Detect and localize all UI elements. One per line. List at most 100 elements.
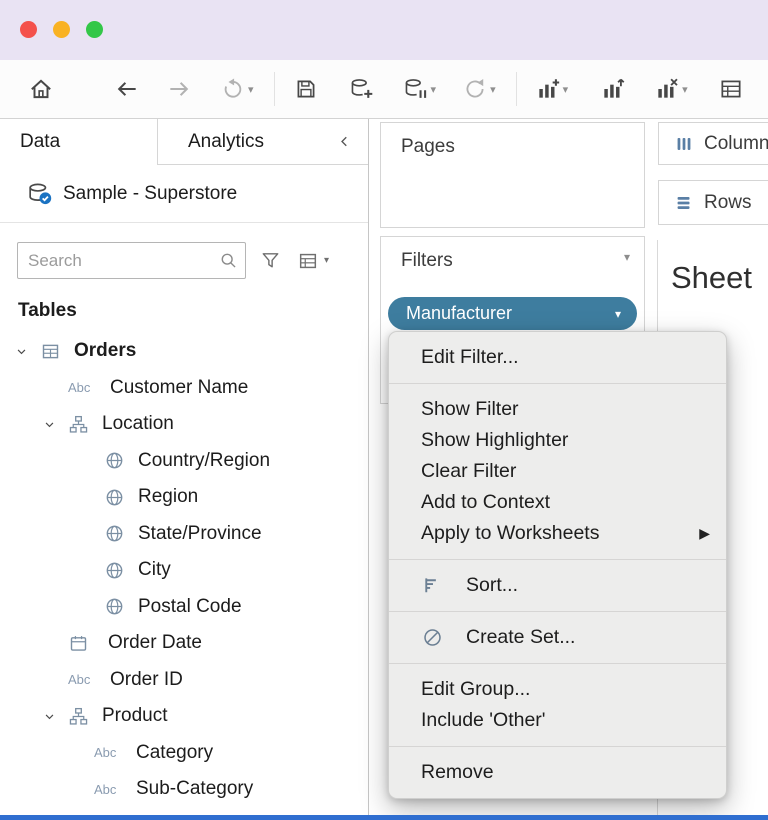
menu-item-include-other[interactable]: Include 'Other'	[389, 705, 726, 736]
replay-icon	[220, 76, 246, 102]
tree-item-region[interactable]: Region	[0, 479, 368, 516]
search-icon	[218, 250, 239, 271]
expander-icon[interactable]	[42, 709, 68, 724]
collapse-pane-button[interactable]	[320, 119, 368, 165]
tab-analytics[interactable]: Analytics	[158, 119, 320, 165]
tree-item-label: Order Date	[108, 632, 202, 654]
expander-icon[interactable]	[42, 417, 68, 432]
caret-down-icon[interactable]: ▾	[563, 83, 569, 96]
data-source-row[interactable]: Sample - Superstore	[0, 165, 368, 223]
tree-item-country-region[interactable]: Country/Region	[0, 443, 368, 480]
rows-label: Rows	[704, 191, 752, 213]
run-auto-updates-button[interactable]: ▾	[456, 68, 502, 110]
pages-shelf[interactable]: Pages	[380, 122, 645, 228]
menu-item-label: Apply to Worksheets	[421, 522, 600, 544]
tree-item-sub-category[interactable]: Abc Sub-Category	[0, 771, 368, 808]
toolbar-overflow-button[interactable]	[712, 68, 750, 110]
tree-item-postal-code[interactable]: Postal Code	[0, 589, 368, 626]
menu-item-clear-filter[interactable]: Clear Filter	[389, 456, 726, 487]
toolbar-divider	[515, 72, 517, 106]
caret-down-icon[interactable]: ▾	[624, 250, 630, 264]
new-worksheet-button[interactable]: ▾	[529, 68, 575, 110]
caret-down-icon[interactable]: ▾	[615, 307, 621, 321]
grid-view-icon	[297, 250, 319, 272]
filter-pill-label: Manufacturer	[406, 303, 513, 323]
toolbar-divider	[273, 72, 275, 106]
expander-icon[interactable]	[14, 344, 40, 359]
menu-item-create-set[interactable]: Create Set...	[389, 622, 726, 653]
tree-item-label: State/Province	[138, 522, 262, 544]
menu-item-show-filter[interactable]: Show Filter	[389, 394, 726, 425]
chart-clear-icon	[654, 76, 680, 102]
tree-item-label: Region	[138, 486, 199, 508]
filter-pill-manufacturer[interactable]: Manufacturer ▾	[388, 297, 637, 330]
abc-icon: Abc	[94, 781, 117, 797]
clear-sheet-button[interactable]: ▾	[648, 68, 694, 110]
abc-icon: Abc	[68, 380, 91, 396]
menu-item-remove[interactable]: Remove	[389, 757, 726, 788]
toolbar: ▾ ▾ ▾ ▾ ▾	[0, 60, 768, 119]
zoom-button[interactable]	[86, 21, 103, 38]
redo-button[interactable]	[160, 68, 198, 110]
columns-icon	[673, 133, 695, 155]
columns-shelf[interactable]: Columns	[658, 122, 768, 165]
tree-item-category[interactable]: Abc Category	[0, 735, 368, 772]
refresh-icon	[462, 76, 488, 102]
pause-auto-updates-button[interactable]: ▾	[397, 68, 443, 110]
tree-item-location[interactable]: Location	[0, 406, 368, 443]
data-source-icon	[26, 180, 53, 207]
tree-item-orders[interactable]: Orders	[0, 333, 368, 370]
menu-item-add-to-context[interactable]: Add to Context	[389, 487, 726, 518]
menu-item-sort[interactable]: Sort...	[389, 570, 726, 601]
globe-icon	[104, 596, 138, 617]
menu-item-show-highlighter[interactable]: Show Highlighter	[389, 425, 726, 456]
search-box	[17, 242, 246, 279]
search-input[interactable]	[17, 242, 246, 279]
filter-pill-context-menu: Edit Filter... Show Filter Show Highligh…	[388, 331, 727, 799]
replay-button[interactable]: ▾	[214, 68, 260, 110]
tree-item-customer-name[interactable]: Abc Customer Name	[0, 370, 368, 407]
undo-button[interactable]	[108, 68, 146, 110]
filter-funnel-icon[interactable]	[259, 249, 282, 272]
duplicate-sheet-button[interactable]	[594, 68, 632, 110]
menu-item-label: Create Set...	[466, 626, 576, 648]
arrow-right-icon	[166, 76, 192, 102]
save-button[interactable]	[287, 68, 325, 110]
abc-icon: Abc	[68, 672, 91, 688]
hierarchy-icon	[68, 706, 102, 727]
globe-icon	[104, 450, 138, 471]
menu-item-edit-group[interactable]: Edit Group...	[389, 674, 726, 705]
tree-item-order-id[interactable]: Abc Order ID	[0, 662, 368, 699]
caret-down-icon[interactable]: ▾	[431, 83, 437, 96]
tree-item-label: Category	[136, 741, 214, 763]
hierarchy-icon	[68, 414, 102, 435]
caret-down-icon[interactable]: ▾	[682, 83, 688, 96]
start-page-button[interactable]	[22, 68, 60, 110]
rows-shelf[interactable]: Rows	[658, 180, 768, 225]
minimize-button[interactable]	[53, 21, 70, 38]
caret-down-icon[interactable]: ▾	[490, 83, 496, 96]
tree-item-order-date[interactable]: Order Date	[0, 625, 368, 662]
field-tree: Orders Abc Customer Name Location Countr…	[0, 333, 368, 820]
globe-icon	[104, 560, 138, 581]
create-set-icon	[421, 626, 466, 649]
caret-down-icon[interactable]: ▾	[248, 83, 254, 96]
view-options-button[interactable]: ▾	[297, 250, 329, 272]
tree-item-product[interactable]: Product	[0, 698, 368, 735]
grid-icon	[718, 76, 744, 102]
menu-item-edit-filter[interactable]: Edit Filter...	[389, 342, 726, 373]
tree-item-label: Order ID	[110, 668, 183, 690]
tree-item-label: Orders	[74, 340, 137, 362]
search-row: ▾	[17, 242, 368, 279]
menu-group: Sort...	[389, 560, 726, 611]
abc-icon: Abc	[94, 745, 117, 761]
menu-item-apply-to-worksheets[interactable]: Apply to Worksheets ▶	[389, 518, 726, 549]
caret-down-icon[interactable]: ▾	[324, 255, 329, 266]
new-data-source-button[interactable]	[343, 68, 381, 110]
pages-label: Pages	[401, 136, 455, 157]
tree-item-state-province[interactable]: State/Province	[0, 516, 368, 553]
tab-data[interactable]: Data	[0, 119, 158, 165]
tree-item-city[interactable]: City	[0, 552, 368, 589]
home-icon	[28, 76, 54, 102]
close-button[interactable]	[20, 21, 37, 38]
